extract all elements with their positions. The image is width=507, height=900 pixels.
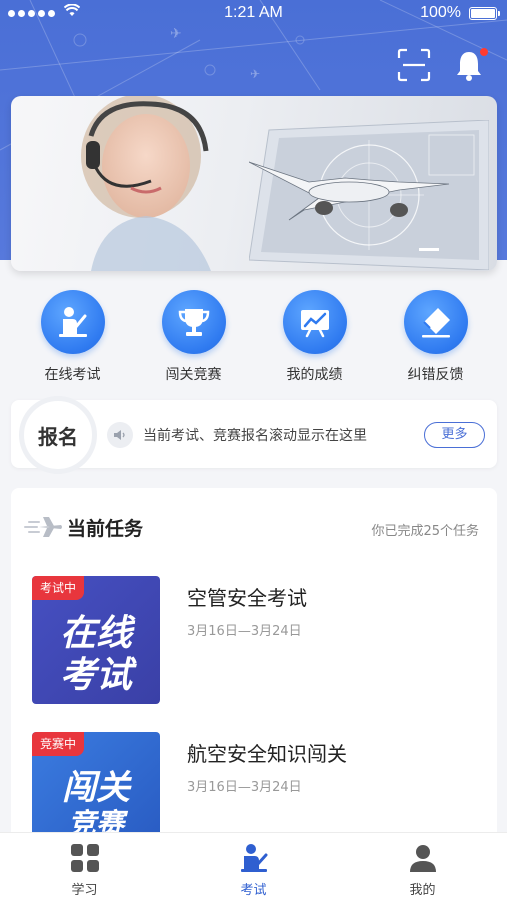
tab-bar: 学习 考试 我的	[0, 832, 507, 900]
menu-feedback[interactable]: 纠错反馈	[375, 282, 496, 390]
trophy-icon	[161, 290, 226, 354]
tab-label: 学习	[71, 883, 98, 898]
notification-dot	[480, 48, 488, 56]
grid-icon	[70, 844, 99, 872]
tab-mine[interactable]: 我的	[338, 833, 507, 900]
menu-label: 我的成绩	[286, 367, 343, 383]
scan-icon[interactable]	[397, 48, 431, 82]
svg-text:✈: ✈	[170, 26, 182, 42]
menu-label: 纠错反馈	[407, 367, 464, 383]
tasks-title: 当前任务	[67, 518, 144, 540]
enroll-badge: 报名	[19, 396, 97, 474]
menu-label: 在线考试	[44, 367, 101, 383]
tab-label: 考试	[240, 883, 267, 898]
user-icon	[409, 845, 436, 872]
operator-image	[81, 96, 211, 271]
menu-label: 闯关竞赛	[165, 367, 222, 383]
task-name: 空管安全考试	[187, 586, 307, 610]
task-date: 3月16日—3月24日	[187, 780, 302, 795]
task-item[interactable]: 考试中 在线 考试 空管安全考试 3月16日—3月24日	[32, 576, 482, 704]
tasks-count: 你已完成25个任务	[371, 524, 479, 539]
svg-text:✈: ✈	[250, 67, 260, 81]
eraser-icon	[403, 290, 468, 354]
status-tag: 考试中	[32, 576, 85, 600]
battery-percent: 100%	[420, 4, 461, 21]
bell-icon[interactable]	[454, 48, 488, 82]
airplane-screen-image	[249, 120, 489, 270]
quick-menu: 在线考试 闯关竞赛 我的成绩 纠错反馈	[0, 282, 507, 390]
tab-study[interactable]: 学习	[0, 833, 169, 900]
menu-online-exam[interactable]: 在线考试	[12, 282, 133, 390]
task-thumbnail: 竞赛中 闯关 竞赛	[32, 732, 160, 832]
battery-icon	[469, 7, 500, 20]
thumb-text: 竞赛	[67, 807, 124, 832]
task-thumbnail: 考试中 在线 考试	[32, 576, 160, 704]
speaker-icon	[107, 422, 133, 448]
promo-banner[interactable]	[11, 96, 497, 271]
more-button[interactable]: 更多	[424, 422, 485, 448]
exam-person-icon	[240, 844, 267, 872]
thumb-text: 考试	[59, 655, 132, 696]
plane-icon	[24, 517, 62, 537]
enroll-marquee-text[interactable]: 当前考试、竞赛报名滚动显示在这里	[143, 425, 367, 445]
chart-board-icon	[282, 290, 347, 354]
menu-my-scores[interactable]: 我的成绩	[254, 282, 375, 390]
task-date: 3月16日—3月24日	[187, 624, 302, 639]
enroll-bar: 报名 当前考试、竞赛报名滚动显示在这里 更多	[11, 396, 497, 474]
person-desk-icon	[40, 290, 105, 354]
tasks-header: 当前任务 你已完成25个任务	[11, 512, 497, 542]
task-name: 航空安全知识闯关	[187, 742, 347, 766]
tab-exam[interactable]: 考试	[169, 833, 338, 900]
status-tag: 竞赛中	[32, 732, 85, 756]
menu-challenge[interactable]: 闯关竞赛	[133, 282, 254, 390]
current-tasks-card: 当前任务 你已完成25个任务 考试中 在线 考试 空管安全考试 3月16日—3月…	[11, 488, 497, 848]
tab-label: 我的	[409, 883, 436, 898]
status-bar: 1:21 AM 100%	[0, 0, 507, 28]
